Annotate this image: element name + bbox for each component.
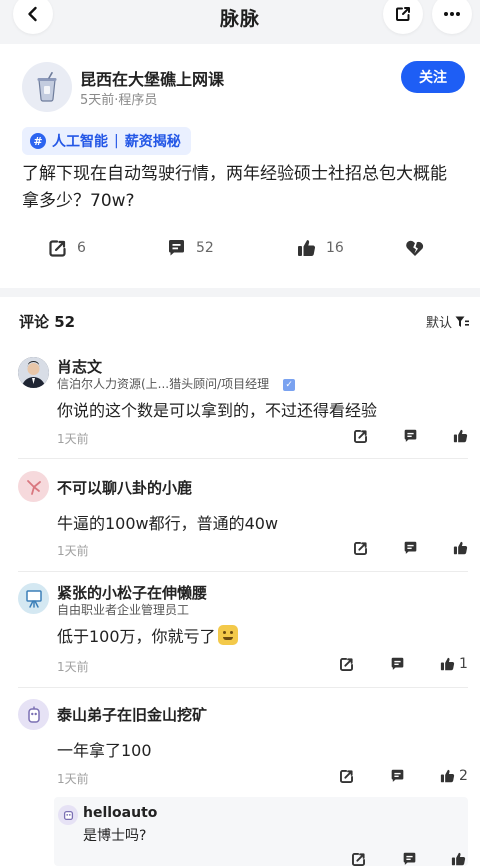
comment-text: 牛逼的100w都行，普通的40w: [57, 514, 279, 533]
topic-tag-primary: 人工智能: [52, 134, 108, 150]
top-bar: 脉脉: [0, 0, 480, 40]
follow-button[interactable]: 关注: [401, 61, 465, 93]
divider: [18, 458, 468, 459]
divider: [18, 571, 468, 572]
forward-icon: [354, 430, 367, 443]
hashtag-icon: #: [30, 133, 46, 149]
drink-cup-icon: [37, 72, 57, 102]
comment-action[interactable]: 52: [167, 238, 214, 258]
comment-text: 低于100万，你就亏了: [57, 627, 216, 646]
thumbs-up-icon: [440, 769, 455, 783]
comment-text: 一年拿了100: [57, 741, 152, 760]
share-action[interactable]: 6: [48, 238, 86, 258]
broken-heart-icon: [406, 240, 424, 256]
robot-icon: [27, 706, 40, 723]
forward-icon: [354, 542, 367, 555]
comment-time: 1天前: [57, 544, 89, 558]
reply-thread: helloauto 是博士吗?: [54, 797, 468, 866]
reply-share-button[interactable]: [351, 852, 366, 866]
author-meta: 5天前·程序员: [80, 93, 158, 108]
like-action[interactable]: 16: [297, 238, 344, 258]
sort-label: 默认: [426, 316, 453, 331]
forward-icon: [340, 770, 353, 783]
comment-share-button[interactable]: [353, 429, 368, 444]
post-card: 昆西在大堡礁上网课 5天前·程序员 关注 # 人工智能 | 薪资揭秘 了解下现在…: [0, 44, 480, 288]
like-count: 16: [326, 240, 344, 256]
comment-avatar[interactable]: [18, 699, 49, 730]
reply-comment-button[interactable]: [402, 852, 417, 866]
comment-avatar[interactable]: [18, 471, 49, 502]
topic-tag[interactable]: # 人工智能 | 薪资揭秘: [22, 127, 191, 155]
reply-avatar[interactable]: [58, 805, 78, 825]
comment-share-button[interactable]: [353, 541, 368, 556]
comment-icon: [404, 429, 417, 442]
comment-reply-button[interactable]: [390, 657, 405, 671]
comment-time: 1天前: [57, 660, 89, 674]
comment-author[interactable]: 肖志文: [57, 356, 102, 377]
comment-time: 1天前: [57, 772, 89, 786]
forward-icon: [352, 853, 365, 866]
dislike-action[interactable]: [405, 238, 435, 258]
comment-avatar[interactable]: [18, 357, 49, 388]
comment-icon: [169, 240, 184, 256]
reply-author[interactable]: helloauto: [83, 805, 157, 821]
thumbs-up-icon: [298, 240, 316, 257]
comment-share-button[interactable]: [339, 657, 354, 672]
author-name[interactable]: 昆西在大堡礁上网课: [80, 66, 224, 90]
comment-reply-button[interactable]: [403, 541, 418, 555]
person-photo-icon: [18, 357, 49, 388]
comments-header: 评论 52 默认: [0, 297, 480, 345]
comment-reply-button[interactable]: [403, 429, 418, 443]
comment-icon: [391, 769, 404, 782]
comment-like-button[interactable]: [453, 541, 468, 555]
comment-author-subtitle: 信泊尔人力资源(上...猎头顾问/项目经理 ✓: [57, 375, 296, 392]
comment-like-button[interactable]: 2: [440, 768, 468, 784]
comment-author[interactable]: 泰山弟子在旧金山挖矿: [57, 704, 207, 725]
comment-author[interactable]: 紧张的小松子在伸懒腰: [57, 582, 207, 603]
comment-icon: [403, 852, 416, 865]
comment-list: 肖志文 信泊尔人力资源(上...猎头顾问/项目经理 ✓ 你说的这个数是可以拿到的，…: [0, 345, 480, 866]
author-avatar[interactable]: [22, 62, 72, 112]
comment-time: 1天前: [57, 432, 89, 446]
share-icon: [396, 7, 410, 21]
share-count: 6: [77, 240, 86, 256]
comment-like-count: 2: [459, 768, 468, 784]
reply-like-button[interactable]: [451, 852, 466, 866]
more-icon: [444, 12, 460, 16]
forward-icon: [49, 239, 66, 257]
verified-icon: ✓: [283, 379, 296, 391]
topic-tag-secondary: 薪资揭秘: [124, 134, 181, 150]
comment-author-title: 信泊尔人力资源(上...猎头顾问/项目经理: [57, 377, 270, 391]
comment-avatar[interactable]: [18, 583, 49, 614]
forward-icon: [340, 658, 353, 671]
comment-share-button[interactable]: [339, 769, 354, 784]
thumbs-up-icon: [440, 657, 455, 671]
comment-count: 52: [196, 240, 214, 256]
sort-button[interactable]: 默认: [426, 312, 470, 331]
comments-title: 评论 52: [19, 313, 76, 331]
comment-author[interactable]: 不可以聊八卦的小鹿: [57, 477, 192, 498]
comment-icon: [391, 657, 404, 670]
robot-icon: [63, 810, 73, 820]
reply-text: 是博士吗?: [83, 828, 147, 844]
comment-text: 你说的这个数是可以拿到的，不过还得看经验: [57, 401, 378, 420]
easel-icon: [25, 589, 42, 608]
thumbs-up-icon: [453, 541, 468, 555]
thumbs-up-icon: [453, 429, 468, 443]
laughing-emoji-icon: [217, 625, 238, 645]
topic-tag-separator: |: [114, 133, 119, 149]
comment-reply-button[interactable]: [390, 769, 405, 783]
deer-icon: [26, 479, 41, 495]
comment-text-wrap: 低于100万，你就亏了: [57, 623, 238, 647]
comment-like-button[interactable]: [453, 429, 468, 443]
comment-like-count: 1: [459, 656, 468, 672]
thumbs-up-icon: [451, 852, 466, 866]
comment-author-title: 自由职业者企业管理员工: [57, 603, 190, 617]
post-body: 了解下现在自动驾驶行情，两年经验硕士社招总包大概能拿多少？70w?: [22, 164, 447, 211]
filter-icon: [455, 316, 470, 327]
divider: [18, 687, 468, 688]
comment-icon: [404, 541, 417, 554]
comment-like-button[interactable]: 1: [440, 656, 468, 672]
